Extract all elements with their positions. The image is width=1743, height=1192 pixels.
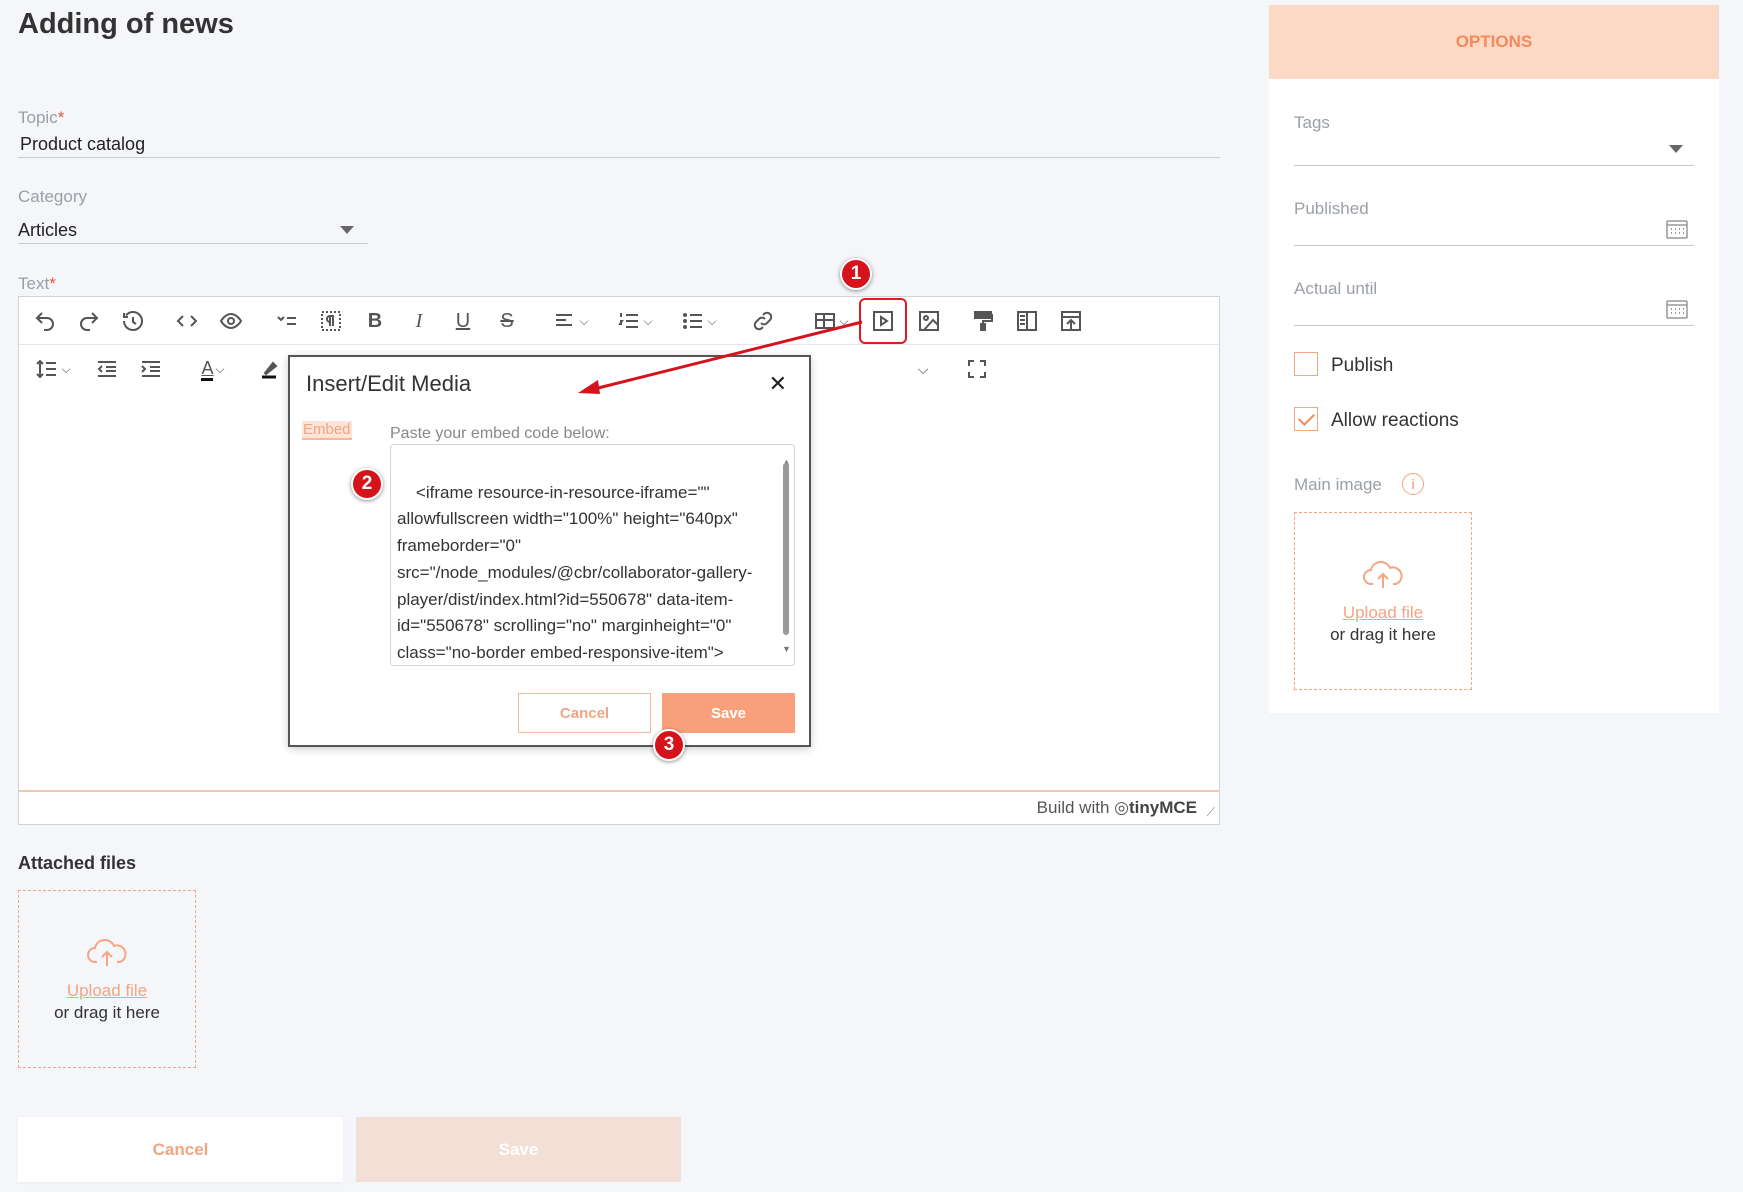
text-label: Text* — [18, 274, 56, 294]
export-icon[interactable] — [1053, 303, 1089, 339]
info-icon[interactable]: i — [1402, 473, 1424, 495]
tags-label: Tags — [1294, 113, 1330, 132]
preview-icon[interactable] — [213, 303, 249, 339]
cloud-upload-icon — [1363, 558, 1403, 595]
attachments-dropzone[interactable]: Upload file or drag it here — [18, 890, 196, 1068]
drag-hint: or drag it here — [54, 1002, 160, 1022]
scroll-thumb[interactable] — [783, 463, 789, 635]
editor-statusbar: Build with ◎tinyMCE ⟋ — [19, 790, 1219, 824]
code-icon[interactable] — [169, 303, 205, 339]
published-label: Published — [1294, 199, 1369, 218]
category-label: Category — [18, 187, 87, 206]
cloud-upload-icon — [87, 936, 127, 973]
tab-embed[interactable]: Embed — [302, 421, 352, 440]
actual-until-underline — [1294, 325, 1694, 326]
dialog-cancel-button[interactable]: Cancel — [518, 693, 651, 733]
attached-files-title: Attached files — [18, 853, 137, 873]
calendar-icon[interactable] — [1665, 298, 1689, 325]
page-title: Adding of news — [18, 8, 234, 40]
outdent-icon[interactable] — [89, 351, 125, 387]
topic-label: Topic* — [18, 108, 64, 128]
topic-input[interactable]: Product catalog — [20, 134, 145, 155]
text-color-icon[interactable]: A ⌵ — [187, 351, 239, 387]
category-select[interactable]: Articles — [18, 220, 77, 241]
publish-label: Publish — [1331, 355, 1394, 376]
publish-checkbox[interactable] — [1294, 352, 1318, 376]
redo-icon[interactable] — [71, 303, 107, 339]
chevron-down-icon[interactable] — [340, 226, 354, 234]
allow-reactions-checkbox[interactable] — [1294, 407, 1318, 431]
step-badge-1: 1 — [840, 258, 872, 290]
step-badge-3: 3 — [653, 729, 685, 761]
image-icon[interactable] — [911, 303, 947, 339]
highlight-icon[interactable] — [249, 351, 289, 387]
main-image-label: Main image — [1294, 475, 1382, 494]
topic-underline — [18, 157, 1220, 158]
step-badge-2: 2 — [351, 468, 383, 500]
textarea-scrollbar[interactable]: ▲ ▼ — [782, 457, 791, 654]
drag-hint: or drag it here — [1330, 624, 1436, 644]
required-mark: * — [49, 274, 56, 293]
list-style-icon[interactable] — [269, 303, 305, 339]
undo-icon[interactable] — [27, 303, 63, 339]
published-underline — [1294, 245, 1694, 246]
required-mark: * — [57, 108, 65, 127]
chevron-down-icon: ⌵ — [61, 361, 71, 376]
embed-code-label: Paste your embed code below: — [390, 425, 610, 442]
tinymce-brand: tinyMCE — [1129, 798, 1197, 817]
strikethrough-icon[interactable]: S — [489, 303, 525, 339]
underline-icon[interactable]: U — [445, 303, 481, 339]
template-icon[interactable] — [1009, 303, 1045, 339]
embed-code-textarea[interactable]: <iframe resource-in-resource-iframe="" a… — [390, 444, 795, 666]
main-image-dropzone[interactable]: Upload file or drag it here — [1294, 512, 1472, 690]
cancel-button[interactable]: Cancel — [18, 1117, 343, 1182]
line-height-icon[interactable]: ⌵ — [27, 351, 79, 387]
annotation-arrow — [578, 320, 863, 394]
dialog-title: Insert/Edit Media — [306, 371, 472, 396]
dialog-save-button[interactable]: Save — [662, 693, 795, 733]
resize-handle-icon[interactable]: ⟋ — [1207, 805, 1215, 820]
fullscreen-icon[interactable] — [959, 351, 995, 387]
upload-file-link[interactable]: Upload file — [1343, 603, 1423, 623]
italic-icon[interactable]: I — [401, 303, 437, 339]
tinymce-credit[interactable]: Build with ◎tinyMCE — [1037, 798, 1197, 818]
save-button[interactable]: Save — [356, 1117, 681, 1182]
topic-label-text: Topic — [18, 108, 58, 127]
category-underline — [18, 243, 368, 244]
actual-until-label: Actual until — [1294, 279, 1378, 298]
embed-code-text: <iframe resource-in-resource-iframe="" a… — [397, 482, 753, 662]
status-prefix: Build with — [1036, 798, 1110, 817]
options-header: OPTIONS — [1269, 5, 1719, 79]
tags-underline — [1294, 165, 1694, 166]
bold-icon[interactable]: B — [357, 303, 393, 339]
tinymce-logo-icon: ◎ — [1114, 798, 1129, 817]
calendar-icon[interactable] — [1665, 218, 1689, 245]
options-panel: OPTIONS Tags Published Actual until Publ… — [1269, 5, 1719, 713]
insert-media-dialog: Insert/Edit Media ✕ Embed Paste your emb… — [288, 355, 811, 747]
scroll-down-icon[interactable]: ▼ — [782, 636, 791, 663]
chevron-down-icon[interactable] — [1669, 145, 1683, 153]
paragraph-marks-icon[interactable] — [313, 303, 349, 339]
chevron-down-icon: ⌵ — [215, 361, 225, 376]
text-label-text: Text — [18, 274, 50, 293]
format-painter-icon[interactable] — [965, 303, 1001, 339]
allow-reactions-label: Allow reactions — [1331, 410, 1459, 431]
history-icon[interactable] — [115, 303, 151, 339]
indent-icon[interactable] — [133, 351, 169, 387]
chevron-down-icon[interactable]: ⌵ — [907, 351, 937, 387]
upload-file-link[interactable]: Upload file — [67, 981, 147, 1001]
